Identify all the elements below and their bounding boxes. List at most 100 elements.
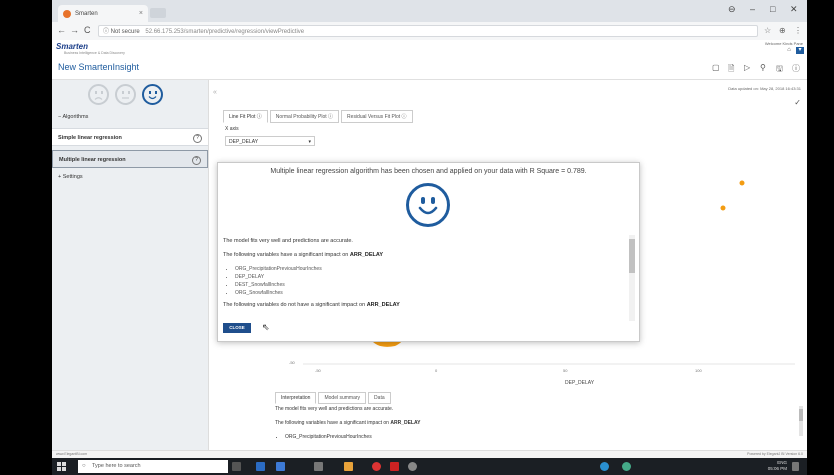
welcome-text: Welcome Kinds Pane [764, 41, 803, 46]
store-icon[interactable] [256, 462, 265, 471]
new-tab-button[interactable] [150, 8, 166, 18]
x-axis-selected-value: DEP_DELAY [229, 139, 259, 145]
maximize-button[interactable]: □ [770, 4, 775, 14]
security-indicator[interactable]: ⓘ Not secure [103, 29, 140, 35]
page-title: New SmartenInsight [58, 62, 140, 72]
y-tick-label: -50 [289, 360, 295, 365]
happy-face-icon [142, 84, 163, 105]
sidebar-item-multiple-linear-regression[interactable]: Multiple linear regression ? [52, 150, 208, 168]
profile-icon[interactable]: ⊖ [728, 4, 736, 15]
apply-check-icon[interactable]: ✓ [794, 98, 801, 107]
neutral-face-icon [115, 84, 136, 105]
dialog-text: The following variables have a significa… [223, 252, 623, 258]
run-icon[interactable]: ▷ [744, 63, 750, 72]
app-header: Smarten Business Intelligence & Data Dis… [52, 40, 807, 58]
data-point [720, 205, 726, 211]
interpretation-text: The model fits very well and predictions… [275, 406, 394, 412]
algorithms-heading[interactable]: − Algorithms [52, 114, 208, 120]
happy-face-icon [406, 183, 450, 227]
app-footer: www.ElegantBI.com Powered by ElegantJ BI… [52, 450, 807, 458]
dialog-body: The model fits very well and predictions… [223, 238, 623, 320]
tab-normal-probability-plot[interactable]: Normal Probability Plot ⓘ [269, 110, 340, 123]
mouse-cursor-icon: ⇖ [262, 322, 270, 332]
bottom-tabs: Interpretation Model summary Data [275, 392, 393, 404]
browser-tab-bar: Smarten × ⊖ – □ ✕ [52, 0, 807, 22]
windows-taskbar: ○ Type here to search ENG 05:06 PM [52, 458, 807, 475]
help-icon[interactable]: ? [193, 134, 202, 143]
reload-button[interactable]: C [84, 25, 91, 35]
footer-link[interactable]: www.ElegantBI.com [56, 452, 87, 456]
list-item: ORG_SnowfallInches [235, 290, 623, 296]
forward-button[interactable]: → [70, 25, 79, 35]
list-item: DEP_DELAY [235, 274, 623, 280]
close-window-button[interactable]: ✕ [790, 4, 798, 15]
interp-prefix: The following variables have a significa… [275, 420, 391, 426]
help-icon[interactable]: ? [192, 156, 201, 165]
tab-title: Smarten [75, 10, 98, 17]
browser-tab[interactable]: Smarten × [58, 5, 148, 22]
sidebar-item-label: Multiple linear regression [59, 157, 126, 163]
bookmark-star-icon[interactable]: ☆ [764, 26, 771, 35]
data-updated-timestamp: Data updated on: May 28, 2018 16:43:31 [728, 86, 801, 91]
app-icon[interactable] [408, 462, 417, 471]
extension-icon[interactable]: ⊕ [779, 26, 786, 35]
search-icon[interactable]: ⚲ [760, 63, 766, 72]
close-button[interactable]: CLOSE [223, 323, 251, 333]
favicon-icon [63, 9, 71, 18]
footer-version: Powered by ElegantJ BI Version 6.0 [747, 452, 803, 456]
save-icon[interactable]: 🗎 [728, 63, 734, 77]
tab-line-fit-plot[interactable]: Line Fit Plot ⓘ [223, 110, 268, 123]
user-menu-icon[interactable]: ▾ [796, 47, 804, 54]
tray-app-icon[interactable] [622, 462, 631, 471]
export-icon[interactable]: 🖫 [776, 63, 783, 77]
chevron-down-icon: ▾ [308, 139, 311, 145]
url-text: 52.66.175.253/smarten/predictive/regress… [145, 29, 305, 35]
x-axis-select[interactable]: DEP_DELAY ▾ [225, 136, 315, 146]
tab-interpretation[interactable]: Interpretation [275, 392, 317, 404]
home-icon[interactable]: ⌂ [785, 47, 793, 54]
tab-model-summary[interactable]: Model summary [318, 392, 367, 404]
dialog-scrollbar[interactable] [629, 235, 635, 321]
significant-variable-list: ORG_PrecipitationPreviousHourInches DEP_… [223, 266, 623, 296]
sidebar-item-simple-linear-regression[interactable]: Simple linear regression ? [52, 128, 208, 146]
interpretation-panel: The model fits very well and predictions… [275, 406, 785, 440]
browser-menu-icon[interactable]: ⋮ [794, 26, 802, 35]
x-tick-label: 100 [695, 368, 702, 373]
tab-close-icon[interactable]: × [139, 10, 143, 17]
sig-target: ARR_DELAY [349, 252, 383, 258]
tray-app-icon[interactable] [600, 462, 609, 471]
list-item: ORG_PrecipitationPreviousHourInches [235, 266, 623, 272]
dialog-text: The following variables do not have a si… [223, 302, 623, 308]
folder-icon[interactable] [344, 462, 353, 471]
task-view-icon[interactable] [232, 462, 241, 471]
interpretation-scrollbar[interactable] [799, 406, 803, 436]
back-button[interactable]: ← [57, 25, 66, 35]
list-item: ORG_PrecipitationPreviousHourInches [285, 434, 785, 440]
list-item: DEST_SnowfallInches [235, 282, 623, 288]
info-icon[interactable]: ⓘ [792, 63, 800, 74]
interpretation-text: The following variables have a significa… [275, 420, 785, 426]
windows-start-icon[interactable] [57, 462, 66, 471]
taskbar-search-input[interactable]: ○ Type here to search [78, 460, 228, 473]
new-icon[interactable]: ▢ [712, 63, 720, 72]
logo-tagline: Business Intelligence & Data Discovery [64, 51, 125, 55]
tab-data[interactable]: Data [368, 392, 391, 404]
explorer-icon[interactable] [314, 462, 323, 471]
page-title-bar: New SmartenInsight ▢ 🗎 ▷ ⚲ 🖫 ⓘ [52, 57, 807, 80]
settings-heading[interactable]: + Settings [52, 174, 208, 180]
outlook-icon[interactable] [276, 462, 285, 471]
sidebar: − Algorithms Simple linear regression ? … [52, 80, 209, 450]
search-placeholder: Type here to search [92, 463, 141, 469]
smarten-logo[interactable]: Smarten [56, 42, 88, 51]
settings-heading-label: Settings [62, 174, 83, 180]
system-clock[interactable]: ENG 05:06 PM [768, 460, 787, 472]
minimize-button[interactable]: – [750, 4, 755, 14]
url-input[interactable]: ⓘ Not secure 52.66.175.253/smarten/predi… [98, 25, 758, 37]
nonsig-target: ARR_DELAY [366, 302, 400, 308]
acrobat-icon[interactable] [390, 462, 399, 471]
plot-tabs: Line Fit Plot ⓘ Normal Probability Plot … [223, 110, 415, 123]
tab-residual-versus-fit-plot[interactable]: Residual Versus Fit Plot ⓘ [341, 110, 413, 123]
collapse-sidebar-icon[interactable]: « [213, 89, 217, 96]
chrome-icon[interactable] [372, 462, 381, 471]
notifications-icon[interactable] [792, 462, 799, 471]
